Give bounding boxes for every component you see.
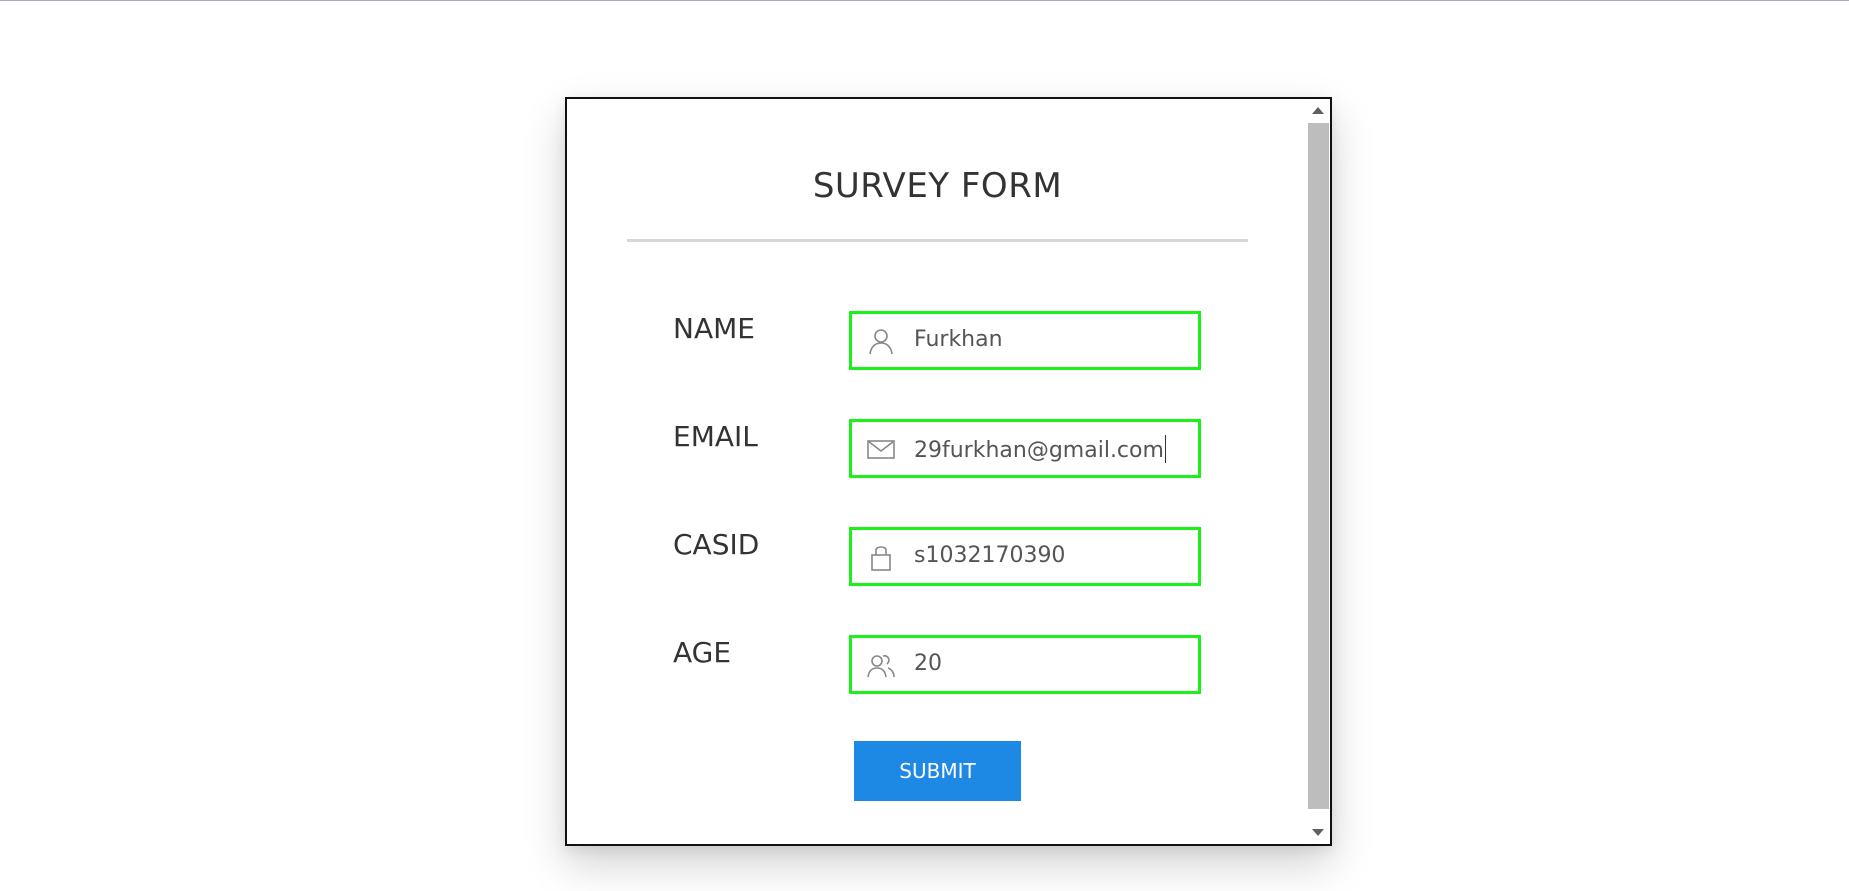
lock-icon — [866, 542, 896, 572]
submit-button[interactable]: SUBMIT — [854, 741, 1021, 801]
name-value[interactable]: Furkhan — [914, 327, 1003, 352]
name-field[interactable]: Furkhan — [849, 311, 1201, 370]
age-value[interactable]: 20 — [914, 651, 942, 676]
scroll-up-arrow-icon[interactable] — [1312, 107, 1324, 114]
email-value-text: 29furkhan@gmail.com — [914, 438, 1164, 463]
casid-field[interactable]: s1032170390 — [849, 527, 1201, 586]
top-border-line — [0, 0, 1849, 1]
users-icon — [866, 650, 896, 680]
survey-form-window: SURVEY FORM NAME Furkhan EMAIL 29furkhan — [565, 97, 1332, 846]
scrollbar-thumb[interactable] — [1308, 123, 1329, 809]
age-label: AGE — [673, 636, 732, 669]
casid-label: CASID — [673, 528, 760, 561]
email-label: EMAIL — [673, 420, 758, 453]
scroll-down-arrow-icon[interactable] — [1312, 829, 1324, 836]
email-value[interactable]: 29furkhan@gmail.com — [914, 435, 1166, 463]
title-divider — [627, 239, 1248, 242]
email-field[interactable]: 29furkhan@gmail.com — [849, 419, 1201, 478]
age-field[interactable]: 20 — [849, 635, 1201, 694]
user-icon — [866, 326, 896, 356]
vertical-scrollbar[interactable] — [1306, 99, 1330, 844]
survey-form: SURVEY FORM NAME Furkhan EMAIL 29furkhan — [567, 99, 1308, 844]
envelope-icon — [866, 434, 896, 464]
name-label: NAME — [673, 312, 755, 345]
form-title: SURVEY FORM — [812, 166, 1063, 206]
text-caret — [1164, 435, 1166, 463]
casid-value[interactable]: s1032170390 — [914, 543, 1065, 568]
